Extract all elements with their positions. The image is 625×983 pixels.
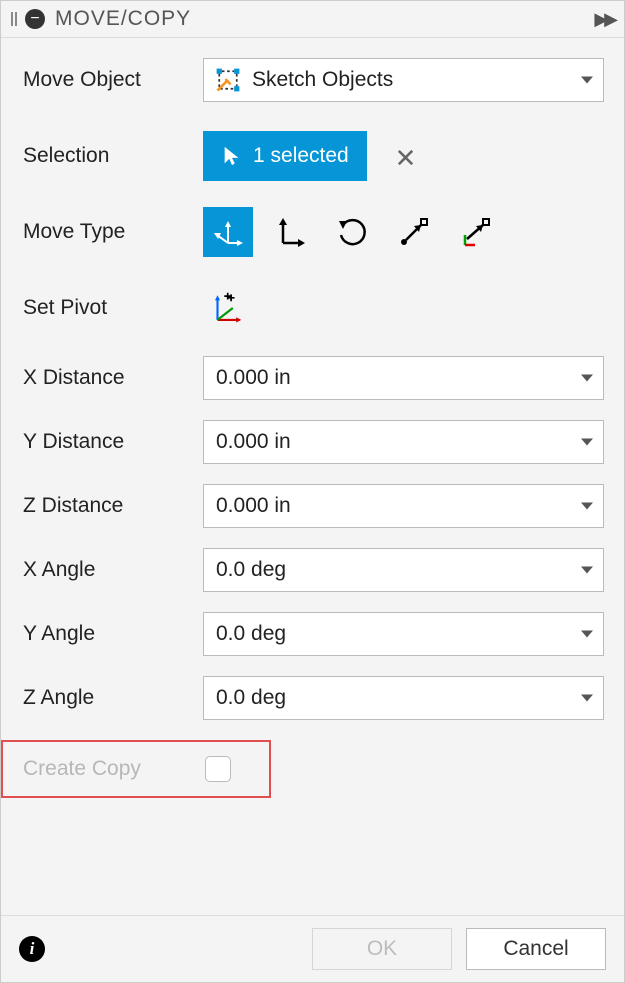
label-z-angle: Z Angle: [23, 686, 203, 710]
move-object-dropdown[interactable]: Sketch Objects: [203, 58, 604, 102]
label-z-distance: Z Distance: [23, 494, 203, 518]
row-selection: Selection 1 selected ✕: [23, 128, 604, 184]
x-distance-field[interactable]: [214, 365, 569, 391]
panel-footer: i OK Cancel: [1, 915, 624, 982]
x-angle-field[interactable]: [214, 557, 569, 583]
selection-count: 1 selected: [253, 144, 349, 168]
chevron-down-icon[interactable]: [581, 375, 593, 382]
label-set-pivot: Set Pivot: [23, 296, 203, 320]
cancel-button[interactable]: Cancel: [466, 928, 606, 970]
y-angle-input[interactable]: [203, 612, 604, 656]
row-y-angle: Y Angle: [23, 612, 604, 656]
fast-forward-icon[interactable]: ▶▶: [594, 9, 614, 30]
row-create-copy: Create Copy: [1, 740, 624, 798]
sketch-objects-icon: [214, 66, 242, 94]
free-move-icon: [211, 215, 245, 249]
label-y-distance: Y Distance: [23, 430, 203, 454]
label-create-copy: Create Copy: [23, 757, 203, 781]
pivot-icon: [209, 291, 243, 325]
move-type-rotate[interactable]: [327, 207, 377, 257]
z-distance-input[interactable]: [203, 484, 604, 528]
x-angle-input[interactable]: [203, 548, 604, 592]
z-distance-field[interactable]: [214, 493, 569, 519]
point-to-position-icon: [459, 215, 493, 249]
z-angle-input[interactable]: [203, 676, 604, 720]
chevron-down-icon[interactable]: [581, 567, 593, 574]
move-type-translate[interactable]: [265, 207, 315, 257]
collapse-icon[interactable]: −: [25, 9, 45, 29]
row-move-type: Move Type: [23, 204, 604, 260]
panel-body: Move Object Sketch Objects Selection: [1, 38, 624, 915]
chevron-down-icon[interactable]: [581, 695, 593, 702]
label-selection: Selection: [23, 144, 203, 168]
translate-icon: [273, 215, 307, 249]
y-angle-field[interactable]: [214, 621, 569, 647]
titlebar: − MOVE/COPY ▶▶: [1, 1, 624, 38]
z-angle-field[interactable]: [214, 685, 569, 711]
label-x-angle: X Angle: [23, 558, 203, 582]
row-x-angle: X Angle: [23, 548, 604, 592]
move-copy-panel: − MOVE/COPY ▶▶ Move Object Sketch Object…: [0, 0, 625, 983]
label-move-type: Move Type: [23, 220, 203, 244]
move-type-point-to-position[interactable]: [451, 207, 501, 257]
row-z-distance: Z Distance: [23, 484, 604, 528]
chevron-down-icon[interactable]: [581, 503, 593, 510]
row-move-object: Move Object Sketch Objects: [23, 52, 604, 108]
x-distance-input[interactable]: [203, 356, 604, 400]
point-to-point-icon: [397, 215, 431, 249]
chevron-down-icon[interactable]: [581, 631, 593, 638]
label-move-object: Move Object: [23, 68, 203, 92]
label-y-angle: Y Angle: [23, 622, 203, 646]
chevron-down-icon: [581, 77, 593, 84]
create-copy-checkbox[interactable]: [205, 756, 231, 782]
y-distance-field[interactable]: [214, 429, 569, 455]
row-x-distance: X Distance: [23, 356, 604, 400]
chevron-down-icon[interactable]: [581, 439, 593, 446]
clear-selection-icon[interactable]: ✕: [395, 143, 417, 173]
label-x-distance: X Distance: [23, 366, 203, 390]
row-set-pivot: Set Pivot: [23, 280, 604, 336]
row-y-distance: Y Distance: [23, 420, 604, 464]
move-type-free[interactable]: [203, 207, 253, 257]
row-z-angle: Z Angle: [23, 676, 604, 720]
y-distance-input[interactable]: [203, 420, 604, 464]
move-type-point-to-point[interactable]: [389, 207, 439, 257]
set-pivot-button[interactable]: [203, 285, 249, 331]
selection-chip[interactable]: 1 selected: [203, 131, 367, 181]
rotate-icon: [335, 215, 369, 249]
ok-button[interactable]: OK: [312, 928, 452, 970]
drag-grip-icon[interactable]: [11, 12, 19, 26]
info-icon[interactable]: i: [19, 936, 45, 962]
move-object-value: Sketch Objects: [252, 68, 393, 92]
panel-title: MOVE/COPY: [55, 7, 594, 31]
cursor-icon: [221, 145, 243, 167]
